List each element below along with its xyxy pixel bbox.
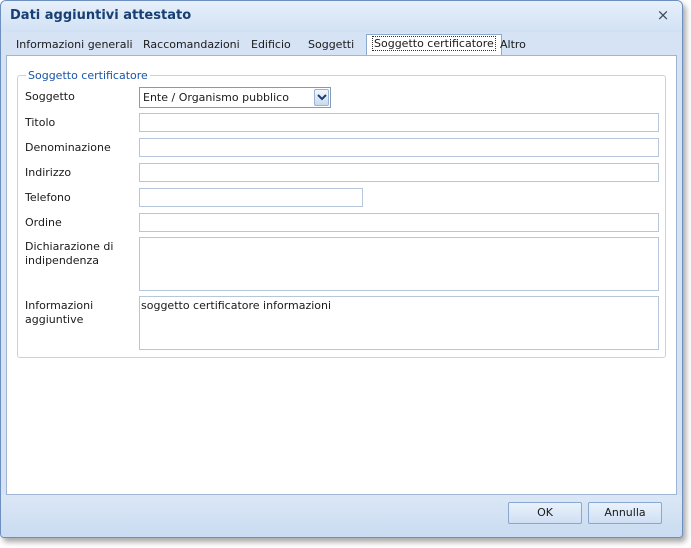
soggetto-label: Soggetto (25, 90, 75, 103)
informazioni-label-line2: aggiuntive (25, 313, 84, 326)
ordine-field[interactable] (139, 213, 659, 232)
tab-raccomandazioni[interactable]: Raccomandazioni (139, 38, 244, 56)
informazioni-label-line1: Informazioni (25, 299, 94, 312)
telefono-label: Telefono (25, 191, 71, 204)
titolo-field[interactable] (139, 113, 659, 132)
dichiarazione-field[interactable] (139, 237, 659, 291)
indirizzo-field[interactable] (139, 163, 659, 182)
window-title: Dati aggiuntivi attestato (10, 8, 192, 23)
dichiarazione-label-line2: indipendenza (25, 254, 100, 267)
tab-content: Soggetto certificatore Soggetto Ente / O… (6, 55, 677, 495)
soggetto-select[interactable]: Ente / Organismo pubblico (139, 87, 331, 108)
title-bar[interactable]: Dati aggiuntivi attestato × (1, 1, 682, 32)
dialog-footer: OK Annulla (1, 495, 682, 537)
tab-altro[interactable]: Altro (496, 38, 530, 56)
tab-soggetto-certificatore[interactable]: Soggetto certificatore (366, 34, 502, 56)
tab-bar: Informazioni generali Raccomandazioni Ed… (6, 32, 677, 56)
ordine-label: Ordine (25, 216, 62, 229)
telefono-field[interactable] (139, 188, 363, 207)
dichiarazione-label: Dichiarazione di indipendenza (25, 240, 113, 268)
soggetto-certificatore-group: Soggetto certificatore Soggetto Ente / O… (17, 69, 666, 358)
dialog-window: Dati aggiuntivi attestato × Informazioni… (0, 0, 683, 538)
tab-label: Raccomandazioni (143, 38, 240, 51)
tab-soggetti[interactable]: Soggetti (304, 38, 358, 56)
tab-label: Informazioni generali (16, 38, 133, 51)
group-title: Soggetto certificatore (26, 69, 150, 82)
indirizzo-label: Indirizzo (25, 166, 72, 179)
denominazione-field[interactable] (139, 138, 659, 157)
titolo-label: Titolo (25, 116, 56, 129)
tab-label: Edificio (251, 38, 291, 51)
denominazione-label: Denominazione (25, 141, 111, 154)
tab-label: Soggetto certificatore (372, 36, 496, 51)
tab-edificio[interactable]: Edificio (247, 38, 295, 56)
chevron-down-icon[interactable] (314, 89, 329, 106)
cancel-button[interactable]: Annulla (588, 502, 662, 524)
ok-button[interactable]: OK (508, 502, 582, 524)
tab-informazioni-generali[interactable]: Informazioni generali (12, 38, 137, 56)
informazioni-field[interactable]: soggetto certificatore informazioni (139, 296, 659, 350)
informazioni-label: Informazioni aggiuntive (25, 299, 93, 327)
tab-label: Soggetti (308, 38, 355, 51)
close-icon[interactable]: × (656, 7, 670, 23)
dichiarazione-label-line1: Dichiarazione di (25, 240, 114, 253)
tab-label: Altro (500, 38, 526, 51)
soggetto-selected-value: Ente / Organismo pubblico (143, 91, 289, 104)
